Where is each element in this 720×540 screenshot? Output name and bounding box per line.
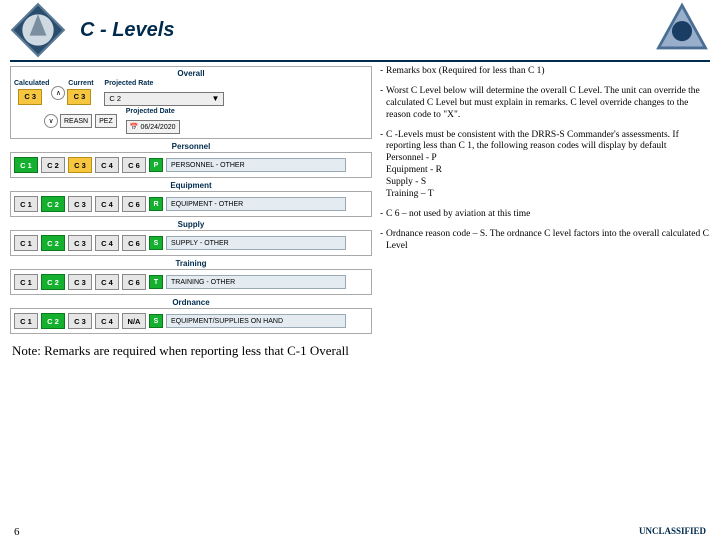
bullet-1: -Remarks box (Required for less than C 1… [380,66,710,78]
reason-code: R [149,197,163,211]
c-cell[interactable]: C 4 [95,313,119,329]
c-cell[interactable]: C 6 [122,274,146,290]
arrow-down-icon[interactable]: ∨ [44,114,58,128]
header: C - Levels [0,0,720,60]
section-training-title: Training [10,259,372,268]
left-column: Overall Calculated C 3 ∧ Current C 3 Pro… [10,66,372,337]
projected-rate-value: C 2 [109,94,121,103]
c-cell[interactable]: C 1 [14,274,38,290]
overall-current: C 3 [67,89,91,105]
current-label: Current [67,80,94,87]
bullet-text: C -Levels must be consistent with the DR… [386,130,710,201]
reason-code: P [149,158,163,172]
calendar-icon: 📅 [130,123,139,131]
panel-equipment: C 1 C 2 C 3 C 4 C 6 R EQUIPMENT - OTHER [10,191,372,217]
c-cell[interactable]: C 2 [41,235,65,251]
arrow-up-icon[interactable]: ∧ [51,86,65,100]
panel-training: C 1 C 2 C 3 C 4 C 6 T TRAINING - OTHER [10,269,372,295]
c-cell[interactable]: C 2 [41,157,65,173]
c-cell[interactable]: C 4 [95,157,119,173]
page-number: 6 [14,526,20,538]
c-cell[interactable]: C 1 [14,235,38,251]
bullet-4: -C 6 – not used by aviation at this time [380,209,710,221]
c-cell[interactable]: C 2 [41,196,65,212]
bullet-text: Ordnance reason code – S. The ordnance C… [386,229,710,253]
reason-text: EQUIPMENT/SUPPLIES ON HAND [166,314,346,328]
c-cell[interactable]: C 4 [95,196,119,212]
c-cell[interactable]: C 4 [95,274,119,290]
bullet-3: - C -Levels must be consistent with the … [380,130,710,201]
reason-code: S [149,236,163,250]
chevron-down-icon: ▼ [211,94,219,103]
reason-text: SUPPLY - OTHER [166,236,346,250]
section-equipment-title: Equipment [10,181,372,190]
seal-right-icon [654,2,710,58]
overall-calculated: C 3 [18,89,42,105]
c-cell[interactable]: C 6 [122,196,146,212]
c-cell[interactable]: C 1 [14,196,38,212]
page-title: C - Levels [80,19,174,42]
c-cell[interactable]: C 3 [68,235,92,251]
bullet-text: Worst C Level below will determine the o… [386,86,710,122]
projected-date-value: 06/24/2020 [140,124,175,131]
c-cell[interactable]: C 3 [68,313,92,329]
pez-button[interactable]: PEZ [95,114,117,128]
bullet-2: -Worst C Level below will determine the … [380,86,710,122]
panel-ordnance: C 1 C 2 C 3 C 4 N/A S EQUIPMENT/SUPPLIES… [10,308,372,334]
projected-rate-dropdown[interactable]: C 2 ▼ [104,92,224,106]
seal-left-icon [10,2,66,58]
section-supply-title: Supply [10,220,372,229]
reason-text: EQUIPMENT - OTHER [166,197,346,211]
reason-text: PERSONNEL - OTHER [166,158,346,172]
panel-overall: Overall Calculated C 3 ∧ Current C 3 Pro… [10,66,372,139]
c-cell[interactable]: N/A [122,313,146,329]
c-cell[interactable]: C 1 [14,313,38,329]
section-ordnance-title: Ordnance [10,298,372,307]
right-column: -Remarks box (Required for less than C 1… [372,66,710,337]
c-cell[interactable]: C 1 [14,157,38,173]
reason-button[interactable]: REASN [60,114,92,128]
panel-supply: C 1 C 2 C 3 C 4 C 6 S SUPPLY - OTHER [10,230,372,256]
note-text: Note: Remarks are required when reportin… [0,337,720,365]
reason-code: S [149,314,163,328]
classification: UNCLASSIFIED [639,526,706,538]
c-cell[interactable]: C 3 [68,274,92,290]
section-personnel-title: Personnel [10,142,372,151]
projected-rate-label: Projected Rate [104,80,224,87]
reason-code: T [149,275,163,289]
bullet-text: C 6 – not used by aviation at this time [386,209,710,221]
panel-personnel: C 1 C 2 C 3 C 4 C 6 P PERSONNEL - OTHER [10,152,372,178]
c-cell[interactable]: C 2 [41,313,65,329]
c-cell[interactable]: C 2 [41,274,65,290]
projected-date-label: Projected Date [126,108,183,115]
footer: 6 UNCLASSIFIED [0,526,720,538]
c-cell[interactable]: C 3 [68,196,92,212]
c-cell[interactable]: C 4 [95,235,119,251]
calculated-label: Calculated [14,80,49,87]
bullet-5: -Ordnance reason code – S. The ordnance … [380,229,710,253]
panel-overall-title: Overall [14,69,368,78]
c-cell[interactable]: C 6 [122,235,146,251]
reason-text: TRAINING - OTHER [166,275,346,289]
bullet-text: Remarks box (Required for less than C 1) [386,66,710,78]
c-cell[interactable]: C 6 [122,157,146,173]
c-cell[interactable]: C 3 [68,157,92,173]
